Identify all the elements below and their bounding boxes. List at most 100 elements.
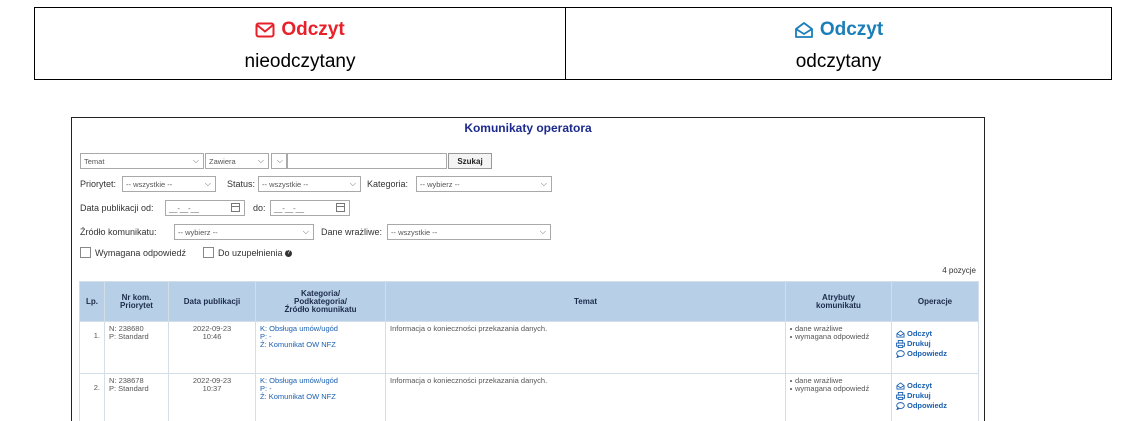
row-priority: P: Standard (109, 384, 149, 393)
legend-unread-caption: nieodczytany (244, 50, 356, 72)
print-link[interactable]: Drukuj (896, 340, 974, 348)
row-date: 2022-09-23 10:46 (168, 321, 256, 374)
to-complete-label-row: Do uzupełnienia ? (218, 248, 293, 258)
column-header-operations: Operacje (891, 281, 979, 322)
chevron-down-icon: ⌵ (540, 179, 547, 188)
column-header-lp[interactable]: Lp. (79, 281, 105, 322)
date-from-label: Data publikacji od: (80, 203, 154, 213)
required-response-checkbox[interactable] (80, 247, 91, 258)
priority-select[interactable]: -- wszystkie -- ⌵ (122, 176, 216, 192)
legend-read-label-row: Odczyt (794, 15, 883, 45)
to-complete-checkbox[interactable] (203, 247, 214, 258)
read-link[interactable]: Odczyt (896, 330, 974, 338)
required-response-label: Wymagana odpowiedź (95, 248, 186, 258)
search-mode-arrow[interactable]: ⌵ (271, 153, 287, 169)
row-attributes: dane wrażliwe wymagana odpowiedź (785, 321, 892, 374)
row-category-z: Ź: Komunikat OW NFZ (260, 340, 336, 349)
row-date: 2022-09-23 10:37 (168, 373, 256, 421)
envelope-open-icon (794, 21, 813, 38)
column-header-date[interactable]: Data publikacji (168, 281, 256, 322)
row-attributes: dane wrażliwe wymagana odpowiedź (785, 373, 892, 421)
legend-read-caption: odczytany (795, 50, 882, 72)
chevron-down-icon: ⌵ (349, 179, 356, 188)
status-select[interactable]: -- wszystkie -- ⌵ (258, 176, 361, 192)
print-link[interactable]: Drukuj (896, 392, 974, 400)
legend-read-cell: Odczyt odczytany (566, 8, 1111, 79)
row-category-k: K: Obsługa umów/ugód (260, 324, 338, 333)
chevron-down-icon: ⌵ (257, 156, 264, 165)
chevron-down-icon: ⌵ (302, 227, 309, 236)
result-count: 4 pozycje (942, 266, 976, 275)
printer-icon (896, 392, 905, 400)
messages-table: Lp. Nr kom. Priorytet Data publikacji Kat… (79, 281, 979, 421)
speech-bubble-icon (896, 350, 905, 358)
column-header-category[interactable]: Kategoria/Podkategoria/Źródło komunikatu (255, 281, 386, 322)
envelope-open-icon (896, 382, 905, 390)
row-priority: P: Standard (109, 332, 149, 341)
row-category: K: Obsługa umów/ugód P: - Ź: Komunikat O… (255, 373, 386, 421)
sensitive-data-label: Dane wrażliwe: (321, 227, 383, 237)
search-button[interactable]: Szukaj (448, 153, 492, 169)
chevron-down-icon: ⌵ (539, 227, 546, 236)
row-subject[interactable]: Informacja o konieczności przekazania da… (385, 373, 786, 421)
row-attribute-item: wymagana odpowiedź (790, 333, 887, 341)
calendar-icon[interactable] (231, 203, 240, 212)
priority-value: -- wszystkie -- (126, 180, 173, 189)
search-field-value: Temat (84, 157, 105, 166)
read-link[interactable]: Odczyt (896, 382, 974, 390)
row-date-time: 10:46 (202, 332, 222, 341)
row-lp: 2. (79, 373, 105, 421)
legend-unread-label: Odczyt (281, 18, 345, 40)
source-label: Źródło komunikatu: (80, 227, 157, 237)
status-label: Status: (227, 179, 256, 189)
search-input[interactable] (287, 153, 447, 169)
date-from-input[interactable]: __-__-__ (165, 200, 245, 216)
search-mode-value: Zawiera (209, 157, 236, 166)
chevron-down-icon: ⌵ (276, 156, 283, 165)
row-attribute-item: wymagana odpowiedź (790, 385, 887, 393)
speech-bubble-icon (896, 402, 905, 410)
row-lp: 1. (79, 321, 105, 374)
read-status-legend: Odczyt nieodczytany Odczyt odczytany (34, 7, 1112, 80)
status-value: -- wszystkie -- (262, 180, 309, 189)
envelope-closed-icon (255, 22, 275, 37)
category-select[interactable]: -- wybierz -- ⌵ (416, 176, 552, 192)
chevron-down-icon: ⌵ (192, 156, 199, 165)
table-row: 2. N: 238678 P: Standard 2022-09-23 10:3… (79, 373, 979, 421)
row-operations: Odczyt Drukuj Odpowiedz (891, 373, 979, 421)
date-from-value: __-__-__ (169, 204, 200, 213)
date-to-value: __-__-__ (274, 204, 305, 213)
reply-link[interactable]: Odpowiedz (896, 402, 974, 410)
row-subject[interactable]: Informacja o konieczności przekazania da… (385, 321, 786, 374)
legend-read-label: Odczyt (819, 18, 884, 40)
category-value: -- wybierz -- (420, 180, 460, 189)
sensitive-data-select[interactable]: -- wszystkie -- ⌵ (387, 224, 551, 240)
column-header-number[interactable]: Nr kom. Priorytet (104, 281, 169, 322)
source-value: -- wybierz -- (178, 228, 218, 237)
date-to-input[interactable]: __-__-__ (270, 200, 350, 216)
legend-unread-cell: Odczyt nieodczytany (35, 8, 566, 79)
sensitive-data-value: -- wszystkie -- (391, 228, 438, 237)
search-mode-select[interactable]: Zawiera ⌵ (205, 153, 269, 169)
search-field-select[interactable]: Temat ⌵ (80, 153, 204, 169)
table-header-row: Lp. Nr kom. Priorytet Data publikacji Kat… (79, 281, 979, 322)
operator-messages-panel: Komunikaty operatora Temat ⌵ Zawiera ⌵ ⌵… (71, 117, 985, 421)
date-to-label: do: (253, 203, 266, 213)
help-icon[interactable]: ? (285, 250, 293, 258)
page-title: Komunikaty operatora (464, 121, 592, 135)
row-category: K: Obsługa umów/ugód P: - Ź: Komunikat O… (255, 321, 386, 374)
chevron-down-icon: ⌵ (204, 179, 211, 188)
row-category-z: Ź: Komunikat OW NFZ (260, 392, 336, 401)
envelope-open-icon (896, 330, 905, 338)
legend-unread-label-row: Odczyt (255, 15, 345, 45)
row-category-k: K: Obsługa umów/ugód (260, 376, 338, 385)
calendar-icon[interactable] (336, 203, 345, 212)
source-select[interactable]: -- wybierz -- ⌵ (174, 224, 314, 240)
reply-link[interactable]: Odpowiedz (896, 350, 974, 358)
column-header-attributes[interactable]: Atrybuty komunikatu (785, 281, 892, 322)
row-date-time: 10:37 (202, 384, 222, 393)
column-header-subject[interactable]: Temat (385, 281, 786, 322)
row-number-priority: N: 238680 P: Standard (104, 321, 169, 374)
row-number-priority: N: 238678 P: Standard (104, 373, 169, 421)
priority-label: Priorytet: (80, 179, 117, 189)
